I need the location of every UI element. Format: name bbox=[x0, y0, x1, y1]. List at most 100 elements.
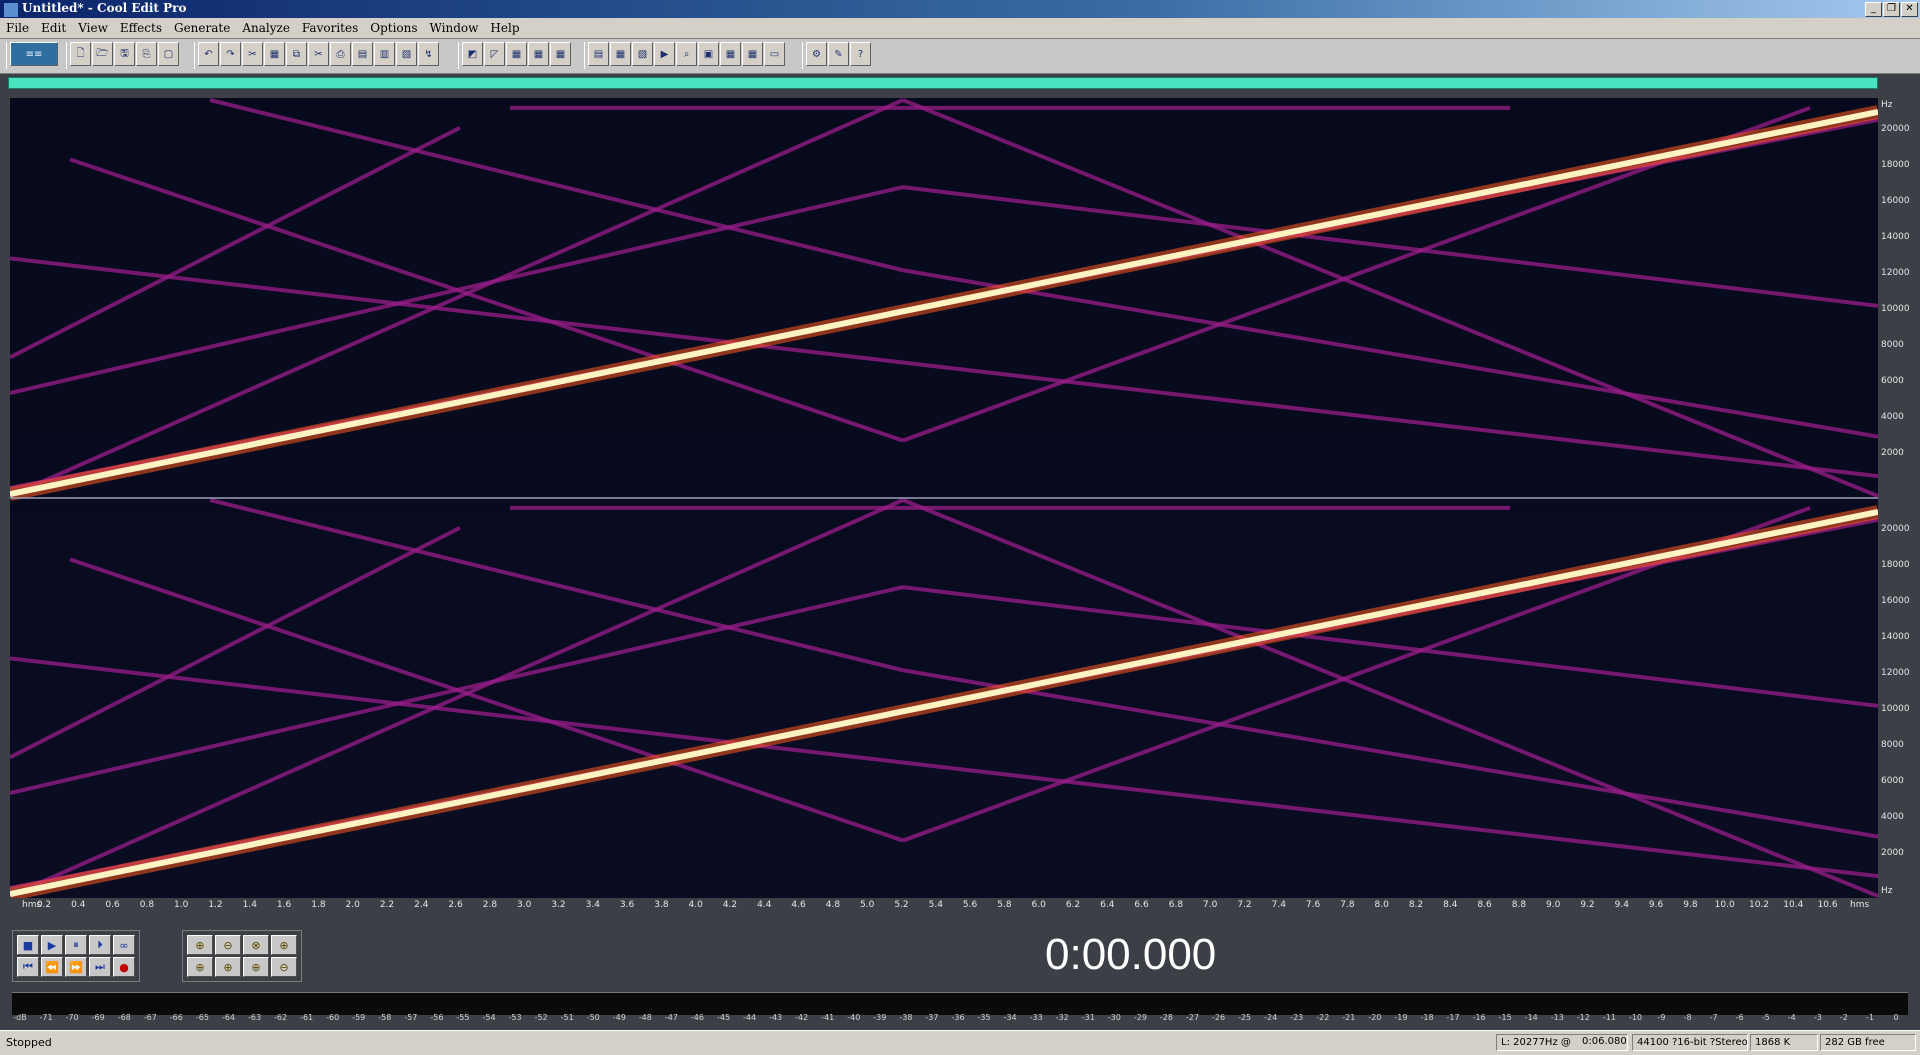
waveform-overview-bar[interactable] bbox=[8, 77, 1878, 89]
menu-file[interactable]: File bbox=[0, 21, 35, 35]
minimize-button[interactable]: _ bbox=[1865, 2, 1882, 17]
toolbar-icon-button[interactable]: ◸ bbox=[484, 42, 505, 66]
time-tick-label: 8.6 bbox=[1477, 900, 1492, 910]
toolbar-icon-button[interactable]: ▶ bbox=[654, 42, 675, 66]
level-meter-tick: -12 bbox=[1576, 1013, 1590, 1022]
play-button[interactable]: ▶ bbox=[41, 935, 63, 955]
level-meter-tick: -17 bbox=[1446, 1013, 1460, 1022]
time-display: 0:00.000 bbox=[1045, 930, 1217, 979]
toolbar-icon-button[interactable]: ⎙ bbox=[330, 42, 351, 66]
level-meter[interactable] bbox=[12, 992, 1908, 1015]
time-tick-label: 2.0 bbox=[345, 900, 360, 910]
pause-button[interactable]: ⏸ bbox=[65, 935, 87, 955]
multitrack-toggle-button[interactable]: ≡≡ bbox=[10, 42, 58, 66]
close-button[interactable]: ✕ bbox=[1901, 2, 1918, 17]
menu-edit[interactable]: Edit bbox=[35, 21, 72, 35]
level-meter-tick: -2 bbox=[1839, 1013, 1848, 1022]
record-button[interactable]: ● bbox=[113, 957, 135, 977]
time-tick-label: 0.6 bbox=[105, 900, 120, 910]
toolbar-icon-button[interactable]: ▦ bbox=[720, 42, 741, 66]
zoom-in-horizontal-button[interactable]: ⊕ bbox=[187, 935, 213, 955]
zoom-left-button[interactable]: ⊕ bbox=[187, 957, 213, 977]
fast-forward-button[interactable]: ⏩ bbox=[65, 957, 87, 977]
toolbar-icon-button[interactable]: ▥ bbox=[374, 42, 395, 66]
toolbar-icon-button[interactable]: ▧ bbox=[632, 42, 653, 66]
status-format[interactable]: 44100 ?16-bit ?Stereo bbox=[1632, 1034, 1748, 1051]
spectral-view[interactable] bbox=[10, 98, 1878, 898]
toolbar-icon-button[interactable]: ⎘ bbox=[136, 42, 157, 66]
toolbar-icon-button[interactable]: ▦ bbox=[550, 42, 571, 66]
frequency-tick-label: 16000 bbox=[1881, 196, 1910, 206]
app-icon[interactable] bbox=[3, 2, 19, 18]
zoom-right-button[interactable]: ⊕ bbox=[215, 957, 241, 977]
toolbar-icon-button[interactable]: ▭ bbox=[764, 42, 785, 66]
menu-window[interactable]: Window bbox=[424, 21, 485, 35]
menu-effects[interactable]: Effects bbox=[114, 21, 168, 35]
toolbar-file-group: 🗋 🗁 🖫 ⎘ ▢ bbox=[66, 42, 179, 69]
toolbar-icon-button[interactable]: 🗁 bbox=[92, 42, 113, 66]
toolbar-icon-button[interactable]: ▦ bbox=[264, 42, 285, 66]
level-meter-tick: -67 bbox=[143, 1013, 157, 1022]
toolbar-icon-button[interactable]: ⧉ bbox=[286, 42, 307, 66]
level-meter-tick: -8 bbox=[1683, 1013, 1692, 1022]
level-meter-tick: -45 bbox=[716, 1013, 731, 1022]
toolbar-icon-button[interactable]: ▦ bbox=[742, 42, 763, 66]
toolbar-icon-button[interactable]: ? bbox=[850, 42, 871, 66]
zoom-in-vertical-button[interactable]: ⊕ bbox=[271, 935, 297, 955]
menu-help[interactable]: Help bbox=[484, 21, 525, 35]
restore-button[interactable]: ❐ bbox=[1883, 2, 1900, 17]
rewind-button[interactable]: ⏪ bbox=[41, 957, 63, 977]
level-meter-tick: -55 bbox=[456, 1013, 470, 1022]
level-meter-tick: -65 bbox=[195, 1013, 209, 1022]
level-meter-tick: -24 bbox=[1264, 1013, 1278, 1022]
toolbar-icon-button[interactable]: ▦ bbox=[610, 42, 631, 66]
toolbar-icon-button[interactable]: ▢ bbox=[158, 42, 179, 66]
toolbar-icon-button[interactable]: ↶ bbox=[198, 42, 219, 66]
toolbar-icon-button[interactable]: ▦ bbox=[528, 42, 549, 66]
time-tick-label: 5.2 bbox=[894, 900, 909, 910]
go-to-end-button[interactable]: ⏭ bbox=[89, 957, 111, 977]
time-tick-label: 6.0 bbox=[1031, 900, 1046, 910]
menu-analyze[interactable]: Analyze bbox=[236, 21, 296, 35]
play-to-end-button[interactable]: ⏵ bbox=[89, 935, 111, 955]
toolbar-icon-button[interactable]: ▤ bbox=[588, 42, 609, 66]
toolbar-icon-button[interactable]: ↷ bbox=[220, 42, 241, 66]
toolbar-icon-button[interactable]: ⚙ bbox=[806, 42, 827, 66]
toolbar-icon-button[interactable]: 🗋 bbox=[70, 42, 91, 66]
toolbar-icon-button[interactable]: ◩ bbox=[462, 42, 483, 66]
frequency-tick-label: 12000 bbox=[1881, 268, 1910, 278]
toolbar-icon-button[interactable]: ✂ bbox=[242, 42, 263, 66]
time-tick-label: 6.4 bbox=[1100, 900, 1115, 910]
level-meter-tick: -1 bbox=[1865, 1013, 1874, 1022]
menu-options[interactable]: Options bbox=[364, 21, 423, 35]
toolbar-icon-button[interactable]: ▦ bbox=[506, 42, 527, 66]
zoom-out-vertical-button[interactable]: ⊖ bbox=[271, 957, 297, 977]
toolbar-icon-button[interactable]: ↯ bbox=[418, 42, 439, 66]
level-meter-tick: -9 bbox=[1657, 1013, 1666, 1022]
time-tick-label: 1.4 bbox=[242, 900, 257, 910]
toolbar-icon-button[interactable]: ✎ bbox=[828, 42, 849, 66]
time-tick-label: 5.0 bbox=[860, 900, 875, 910]
zoom-full-button[interactable]: ⊗ bbox=[243, 935, 269, 955]
menu-generate[interactable]: Generate bbox=[168, 21, 236, 35]
time-tick-label: 4.6 bbox=[791, 900, 806, 910]
toolbar-icon-button[interactable]: ▤ bbox=[352, 42, 373, 66]
toolbar-icon-button[interactable]: ▣ bbox=[698, 42, 719, 66]
status-bar: Stopped L: 20277Hz @ 0:06.080 44100 ?16-… bbox=[0, 1030, 1920, 1055]
toolbar-icon-button[interactable]: ⌕ bbox=[676, 42, 697, 66]
go-to-start-button[interactable]: ⏮ bbox=[17, 957, 39, 977]
time-tick-label: 4.8 bbox=[825, 900, 841, 910]
loop-button[interactable]: ∞ bbox=[113, 935, 135, 955]
toolbar-icon-button[interactable]: ✂ bbox=[308, 42, 329, 66]
menu-favorites[interactable]: Favorites bbox=[296, 21, 364, 35]
stop-button[interactable]: ■ bbox=[17, 935, 39, 955]
level-meter-tick: -40 bbox=[847, 1013, 861, 1022]
time-tick-label: 5.4 bbox=[928, 900, 943, 910]
level-meter-tick: -33 bbox=[1029, 1013, 1043, 1022]
zoom-out-horizontal-button[interactable]: ⊖ bbox=[215, 935, 241, 955]
menu-view[interactable]: View bbox=[72, 21, 114, 35]
toolbar-icon-button[interactable]: ▧ bbox=[396, 42, 417, 66]
level-meter-tick: -19 bbox=[1394, 1013, 1408, 1022]
toolbar-icon-button[interactable]: 🖫 bbox=[114, 42, 135, 66]
zoom-selection-button[interactable]: ⊕ bbox=[243, 957, 269, 977]
